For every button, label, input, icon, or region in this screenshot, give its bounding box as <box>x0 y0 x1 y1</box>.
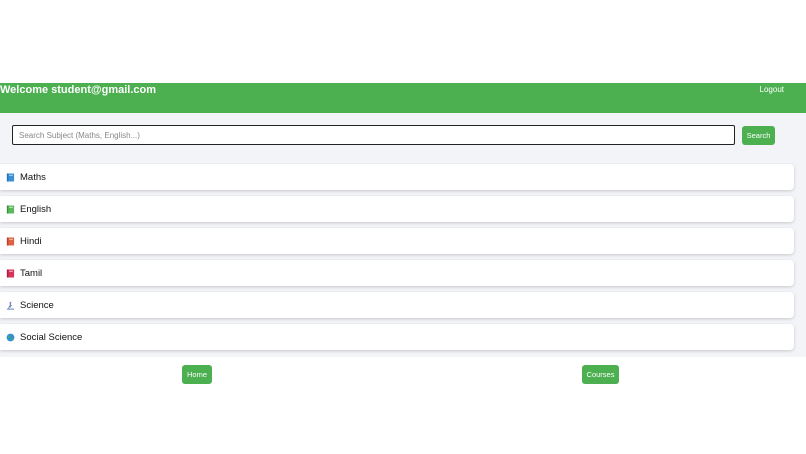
top-blank-space <box>0 0 806 83</box>
search-section: Search <box>0 113 806 163</box>
subject-item-english[interactable]: English <box>0 196 794 222</box>
subject-item-hindi[interactable]: Hindi <box>0 228 794 254</box>
subject-item-tamil[interactable]: Tamil <box>0 260 794 286</box>
subject-label: Social Science <box>20 331 83 343</box>
courses-button[interactable]: Courses <box>582 365 619 384</box>
subject-item-science[interactable]: Science <box>0 292 794 318</box>
subject-label: Tamil <box>20 267 43 279</box>
orange-book-icon <box>6 236 18 246</box>
globe-icon <box>6 333 18 342</box>
subject-list: Maths English Hindi Tamil Science Social… <box>0 163 806 357</box>
subject-label: Science <box>20 299 54 311</box>
subject-label: Maths <box>20 171 46 183</box>
logout-link[interactable]: Logout <box>760 84 784 96</box>
home-button[interactable]: Home <box>182 365 212 384</box>
subject-item-social-science[interactable]: Social Science <box>0 324 794 350</box>
red-book-icon <box>6 268 18 278</box>
search-input[interactable] <box>12 125 735 145</box>
welcome-text: Welcome student@gmail.com <box>0 84 156 96</box>
header-bar: Welcome student@gmail.com Logout <box>0 83 806 113</box>
blue-book-icon <box>6 172 18 182</box>
green-book-icon <box>6 204 18 214</box>
search-button[interactable]: Search <box>742 126 775 145</box>
bottom-nav: Home Courses <box>0 357 806 387</box>
subject-label: Hindi <box>20 235 42 247</box>
microscope-icon <box>6 301 18 310</box>
subject-label: English <box>20 203 52 215</box>
subject-item-maths[interactable]: Maths <box>0 164 794 190</box>
